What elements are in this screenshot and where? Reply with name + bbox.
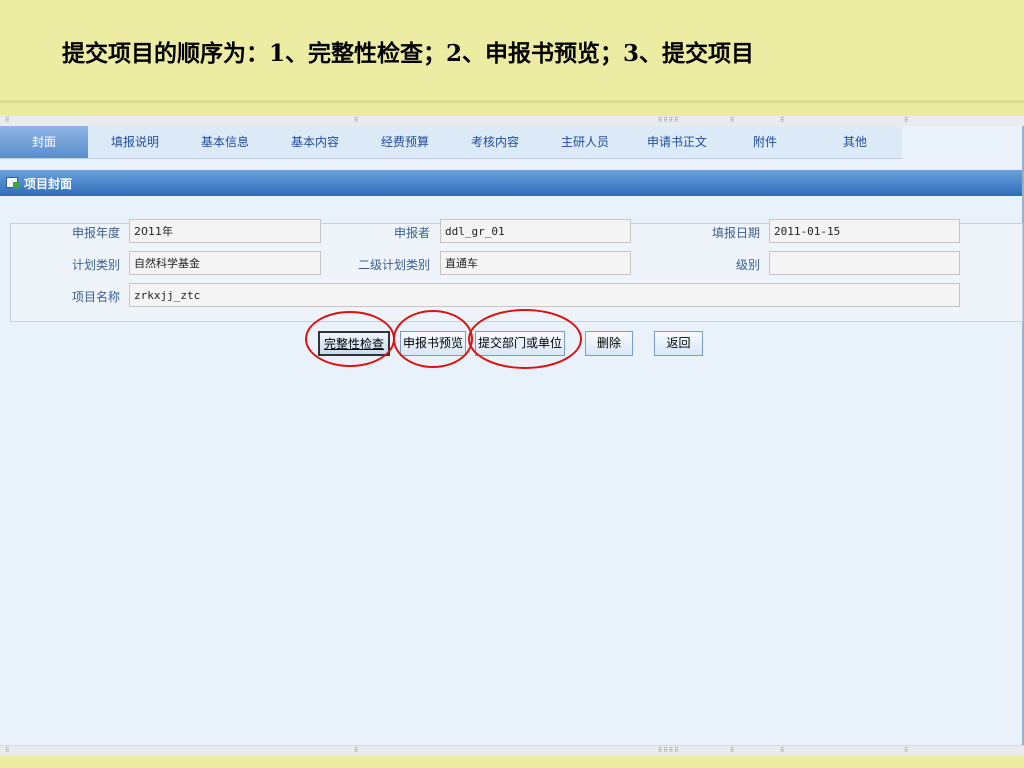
frame-bottom-bar: ⠿ ⠿ ⠿⠿⠿⠿ ⠿ ⠿ ⠿ [0,745,1024,756]
completeness-check-label: 完整性检查 [323,337,384,351]
app-screenshot: ⠿ ⠿ ⠿⠿⠿⠿ ⠿ ⠿ ⠿ 封面 填报说明 基本信息 基本内容 经费预算 考核… [0,116,1024,756]
date-field[interactable]: 2011-01-15 [769,219,960,243]
section-header: 项目封面 [0,170,1022,196]
slide-footer [0,756,1024,768]
tab-budget[interactable]: 经费预算 [370,126,440,158]
section-title: 项目封面 [24,177,73,191]
tab-cover[interactable]: 封面 [0,126,88,158]
drag-handle-icon[interactable]: ⠿ [5,748,10,754]
drag-handle-icon[interactable]: ⠿ [904,748,909,754]
tab-basic-content[interactable]: 基本内容 [280,126,350,158]
drag-handle-icon[interactable]: ⠿⠿⠿⠿ [658,118,680,124]
level-label: 级别 [735,258,760,272]
preview-button[interactable]: 申报书预览 [400,331,466,356]
date-label: 填报日期 [711,226,760,240]
tab-attachments[interactable]: 附件 [730,126,800,158]
subplan-category-label: 二级计划类别 [357,258,430,272]
applicant-label: 申报者 [393,226,430,240]
drag-handle-icon[interactable]: ⠿ [5,118,10,124]
tab-other[interactable]: 其他 [820,126,890,158]
drag-handle-icon[interactable]: ⠿ [780,118,785,124]
tab-proposal-text[interactable]: 申请书正文 [640,126,714,158]
drag-handle-icon[interactable]: ⠿ [730,748,735,754]
tab-bar: 封面 填报说明 基本信息 基本内容 经费预算 考核内容 主研人员 申请书正文 附… [0,126,902,159]
level-field[interactable] [769,251,960,275]
project-name-label: 项目名称 [71,290,120,304]
drag-handle-icon[interactable]: ⠿ [730,118,735,124]
subplan-category-field[interactable]: 直通车 [440,251,631,275]
slide-header: 提交项目的顺序为：1、完整性检查；2、申报书预览；3、提交项目 [0,0,1024,100]
tab-researchers[interactable]: 主研人员 [550,126,620,158]
delete-button[interactable]: 删除 [585,331,633,356]
drag-handle-icon[interactable]: ⠿ [904,118,909,124]
year-label: 申报年度 [71,226,120,240]
tab-assessment[interactable]: 考核内容 [460,126,530,158]
plan-category-field[interactable]: 自然科学基金 [129,251,321,275]
application-panel: 封面 填报说明 基本信息 基本内容 经费预算 考核内容 主研人员 申请书正文 附… [0,126,1024,745]
form-icon [6,177,19,188]
back-button[interactable]: 返回 [654,331,703,356]
submit-button[interactable]: 提交部门或单位 [475,331,565,356]
tab-basic-info[interactable]: 基本信息 [190,126,260,158]
completeness-check-button[interactable]: 完整性检查 [318,331,390,356]
plan-category-label: 计划类别 [71,258,120,272]
tab-instructions[interactable]: 填报说明 [100,126,170,158]
drag-handle-icon[interactable]: ⠿ [354,748,359,754]
drag-handle-icon[interactable]: ⠿ [780,748,785,754]
drag-handle-icon[interactable]: ⠿⠿⠿⠿ [658,748,680,754]
header-divider [0,100,1024,103]
drag-handle-icon[interactable]: ⠿ [354,118,359,124]
slide-title: 提交项目的顺序为：1、完整性检查；2、申报书预览；3、提交项目 [62,40,755,67]
year-field[interactable]: 2011年 [129,219,321,243]
applicant-field[interactable]: ddl_gr_01 [440,219,631,243]
project-name-field[interactable]: zrkxjj_ztc [129,283,960,307]
